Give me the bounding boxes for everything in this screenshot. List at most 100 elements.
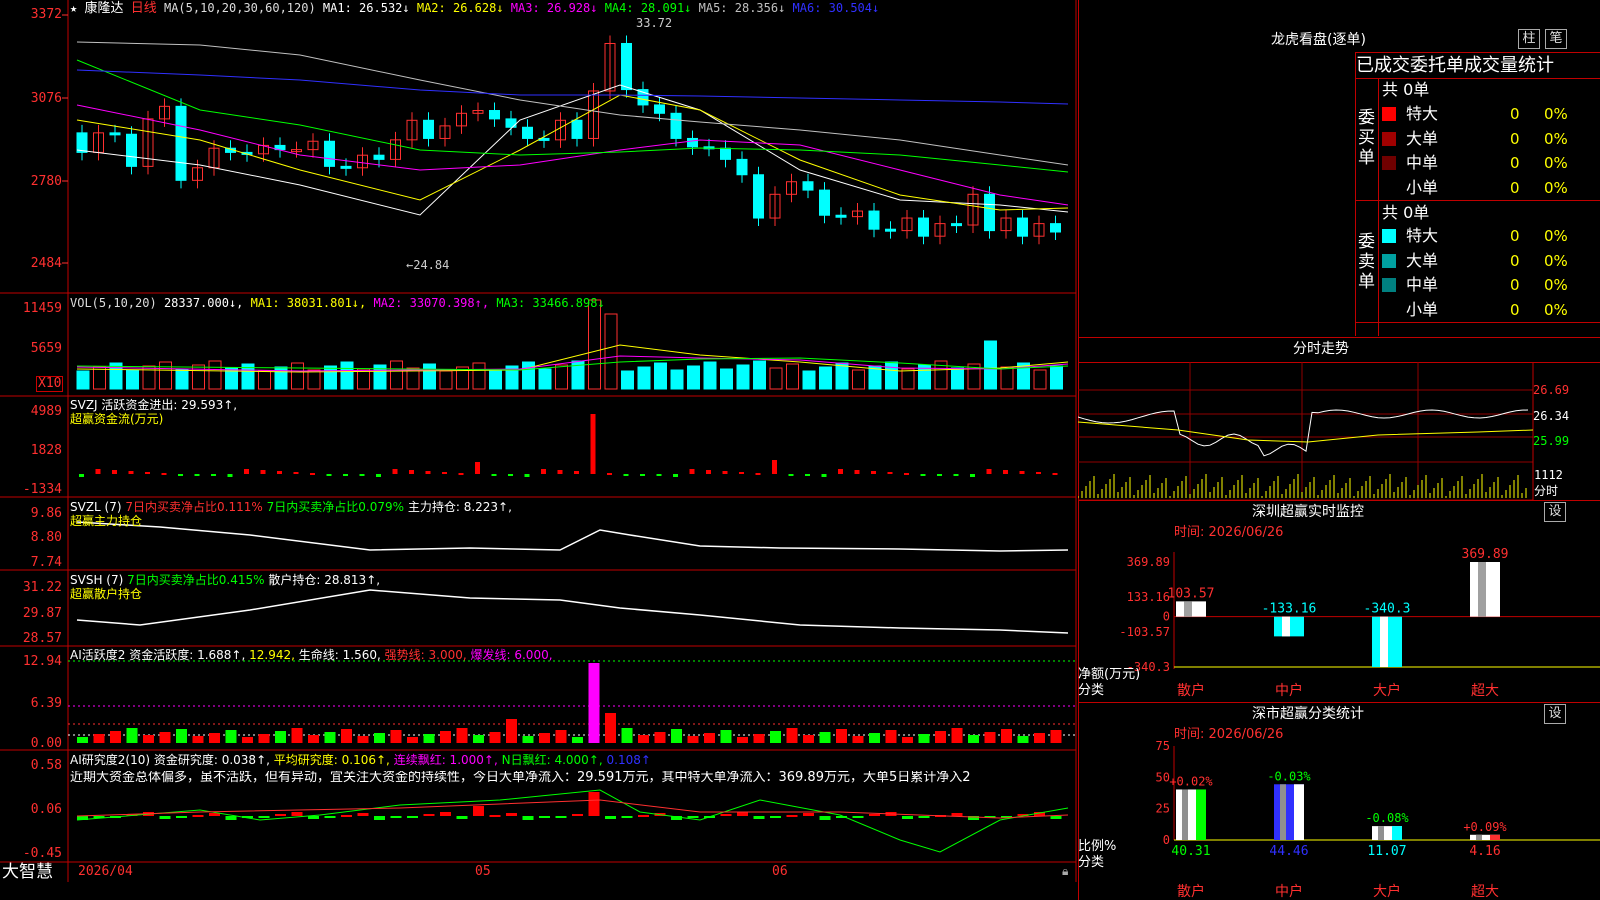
- flow-bar: [227, 474, 233, 477]
- y-tick: 7.74: [30, 555, 62, 570]
- dragon-count: 0: [1510, 300, 1520, 319]
- sell-label: 委卖单: [1358, 232, 1375, 292]
- ma-line: [76, 69, 1069, 105]
- svsh-subtitle: 超赢散户持仓: [70, 587, 143, 601]
- volume-bar: [1050, 365, 1063, 390]
- monitor-x-unit: 分类: [1078, 683, 1105, 698]
- active-bar: [902, 737, 913, 743]
- flow-bar: [211, 474, 216, 476]
- monitor-bar-highlight: [1184, 601, 1192, 617]
- avg-line: [1078, 421, 1534, 443]
- ai-research-header: AI研究度2(10) 资金研究度: 0.038↑, 平均研究度: 0.106↑,…: [70, 753, 651, 767]
- change-label: +0.02%: [1169, 774, 1213, 788]
- y-tick: 5659: [30, 341, 62, 356]
- classify-y-unit: 比例%: [1078, 839, 1117, 854]
- active-bar: [968, 735, 979, 743]
- candle: [489, 110, 500, 120]
- volume-bar: [291, 362, 304, 390]
- chart-canvas[interactable]: [0, 0, 1078, 882]
- bar-mode-button[interactable]: 柱: [1518, 29, 1540, 49]
- flow-bar: [1036, 472, 1041, 474]
- research-bar: [291, 812, 303, 816]
- active-bar: [605, 713, 616, 743]
- flow-bar: [838, 469, 843, 474]
- active-bar: [374, 733, 385, 743]
- active-bar: [341, 729, 352, 743]
- dragon-pct: 0%: [1544, 300, 1568, 319]
- monitor-chart[interactable]: 369.89 133.16 0-103.57 -340.3 103.57 散户 -133.1…: [1078, 500, 1600, 700]
- research-bar: [869, 814, 880, 816]
- volume-bar: [654, 362, 667, 390]
- change-label: -0.03%: [1267, 769, 1311, 783]
- stock-name[interactable]: 康隆达: [84, 1, 123, 16]
- color-swatch: [1382, 302, 1396, 317]
- classify-bar-accent: [1490, 834, 1500, 840]
- y-tick: 0: [1163, 833, 1170, 847]
- star-icon[interactable]: ★: [70, 1, 77, 15]
- volume-bar: [538, 368, 552, 390]
- candle: [621, 42, 632, 91]
- volume-bar: [159, 361, 172, 390]
- ma-value: MA2: 26.628↓: [409, 1, 504, 15]
- dragon-name: 小单: [1406, 299, 1439, 319]
- flow-bar: [293, 472, 299, 474]
- flow-bar: [772, 460, 777, 474]
- high-label: 33.72: [636, 16, 673, 30]
- volume-bar: [489, 369, 502, 390]
- volume-bar: [357, 368, 370, 390]
- flow-bar: [904, 473, 909, 475]
- y-tick: 369.89: [1127, 555, 1170, 569]
- volume-bar: [324, 365, 337, 390]
- research-bar: [423, 814, 435, 816]
- chart-area[interactable]: ★ 康隆达 日线 MA(5,10,20,30,60,120) MA1: 26.5…: [0, 0, 1078, 882]
- active-bar: [687, 736, 699, 743]
- dragon-name: 特大: [1406, 226, 1439, 245]
- flow-bar: [689, 469, 695, 474]
- flow-bar: [1019, 471, 1025, 474]
- volume-bar: [835, 362, 849, 390]
- research-bar: [192, 815, 204, 817]
- price-tick: 26.34: [1533, 409, 1570, 423]
- research-bar: [176, 816, 187, 818]
- active-bar: [720, 730, 732, 743]
- candle: [423, 119, 434, 139]
- value-label: 44.46: [1269, 844, 1308, 859]
- y-tick: 3372: [30, 7, 62, 22]
- active-bar: [407, 737, 418, 743]
- active-bar: [456, 728, 468, 743]
- y-tick: 11459: [22, 301, 62, 316]
- value-label: 11.07: [1367, 844, 1406, 859]
- lock-icon[interactable]: 🔒︎: [1062, 864, 1068, 878]
- y-tick: 75: [1156, 739, 1170, 753]
- candle: [324, 140, 335, 167]
- y-tick: 12.94: [22, 654, 62, 669]
- y-tick: 1828: [30, 443, 62, 458]
- flow-bar: [359, 474, 365, 476]
- monitor-bar-highlight: [1282, 616, 1290, 637]
- volume-bar: [621, 370, 634, 390]
- candle: [736, 158, 748, 176]
- flow-bar: [640, 474, 645, 476]
- volume-bar: [802, 370, 816, 390]
- app-logo[interactable]: 大智慧: [2, 862, 53, 882]
- dragon-heading: 已成交委托单成交量统计: [1356, 55, 1554, 76]
- active-bar: [192, 736, 204, 743]
- intraday-chart[interactable]: [1078, 362, 1600, 502]
- flow-bar: [673, 474, 678, 477]
- vol-unit[interactable]: X10: [36, 376, 64, 392]
- classify-chart[interactable]: 75 50 25 0 +0.02% 40.31 散户 -0.03% 44.46 中户 -0.08% 1…: [1078, 702, 1600, 900]
- period-label[interactable]: 日线: [131, 1, 157, 16]
- flow-bar: [574, 471, 579, 474]
- classify-x-unit: 分类: [1078, 855, 1105, 870]
- candle: [505, 118, 517, 128]
- category-label: 散户: [1177, 682, 1205, 699]
- research-bar: [638, 815, 649, 817]
- classify-bar-accent: [1294, 784, 1304, 840]
- tick-mode-button[interactable]: 笔: [1545, 29, 1567, 49]
- research-bar: [605, 816, 616, 819]
- flow-bar: [112, 470, 117, 474]
- flow-bar: [310, 473, 315, 475]
- active-bar: [935, 731, 946, 743]
- research-bar: [852, 816, 864, 818]
- classify-bar-accent: [1392, 826, 1402, 840]
